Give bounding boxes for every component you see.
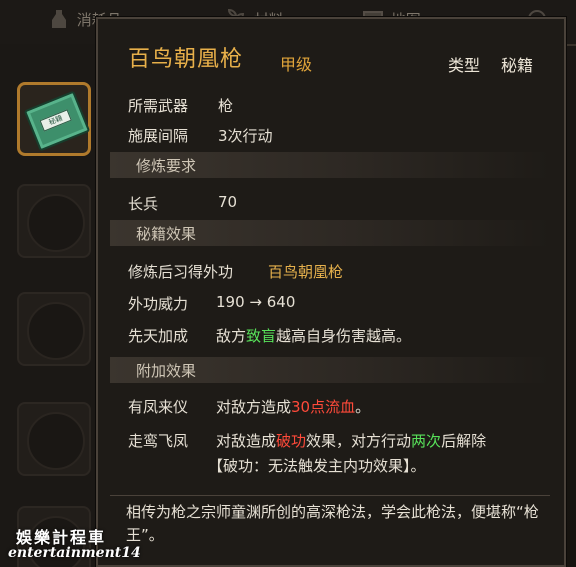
section-title: 附加效果 bbox=[136, 362, 197, 380]
extra-effect-2-text: 对敌造成破功效果，对方行动两次后解除 bbox=[216, 432, 487, 450]
innate-text: 敌方致盲越高自身伤害越高。 bbox=[216, 327, 412, 345]
section-extra: 附加效果 bbox=[110, 357, 550, 383]
extra-effect-2-label: 走鸾飞凤 bbox=[128, 432, 189, 450]
game-screen: 消耗品 材料 地图 秘籍 百鸟朝凰枪 甲级 类型 秘籍 所需武器 枪 bbox=[0, 0, 576, 567]
divider bbox=[110, 495, 550, 496]
section-effect: 秘籍效果 bbox=[110, 220, 550, 246]
item-type-label: 类型 bbox=[448, 56, 481, 75]
extra-effect-2-note: 【破功：无法触发主内功效果】。 bbox=[208, 457, 426, 475]
innate-label: 先天加成 bbox=[128, 327, 189, 345]
requirement-label: 长兵 bbox=[128, 195, 159, 213]
bleed-keyword: 30点流血 bbox=[291, 398, 356, 416]
section-title: 修炼要求 bbox=[136, 157, 197, 175]
blind-keyword: 致盲 bbox=[246, 327, 277, 345]
section-requirement: 修炼要求 bbox=[110, 152, 550, 178]
section-title: 秘籍效果 bbox=[136, 225, 197, 243]
item-description: 相传为枪之宗师童渊所创的高深枪法，学会此枪法，便堪称“枪王”。 bbox=[126, 503, 539, 544]
item-name: 百鸟朝凰枪 bbox=[128, 47, 244, 72]
item-tooltip-panel: 百鸟朝凰枪 甲级 类型 秘籍 所需武器 枪 施展间隔 3次行动 修炼要求 长兵 … bbox=[96, 17, 566, 567]
twice-keyword: 两次 bbox=[411, 432, 442, 450]
item-type-value: 秘籍 bbox=[501, 56, 534, 75]
weapon-label: 所需武器 bbox=[128, 97, 189, 115]
item-slot[interactable] bbox=[17, 402, 91, 476]
item-grade: 甲级 bbox=[280, 55, 313, 74]
item-slot-selected[interactable]: 秘籍 bbox=[17, 82, 91, 156]
extra-effect-1-label: 有凤来仪 bbox=[128, 398, 189, 416]
learn-skill-label: 修炼后习得外功 bbox=[128, 263, 234, 281]
extra-effect-1-text: 对敌方造成30点流血。 bbox=[216, 398, 371, 416]
watermark-handle: entertainment14 bbox=[8, 545, 141, 561]
power-label: 外功威力 bbox=[128, 295, 189, 313]
item-slot-column: 秘籍 bbox=[0, 44, 95, 567]
weapon-value: 枪 bbox=[218, 97, 234, 115]
item-slot[interactable] bbox=[17, 292, 91, 366]
item-slot[interactable] bbox=[17, 184, 91, 258]
interval-value: 3次行动 bbox=[218, 127, 273, 145]
power-value: 190 → 640 bbox=[216, 293, 296, 311]
break-keyword: 破功 bbox=[276, 432, 307, 450]
potion-icon bbox=[52, 10, 66, 28]
learn-skill-value: 百鸟朝凰枪 bbox=[268, 263, 344, 281]
interval-label: 施展间隔 bbox=[128, 127, 189, 145]
manual-book-icon: 秘籍 bbox=[23, 90, 91, 152]
requirement-value: 70 bbox=[218, 193, 238, 211]
